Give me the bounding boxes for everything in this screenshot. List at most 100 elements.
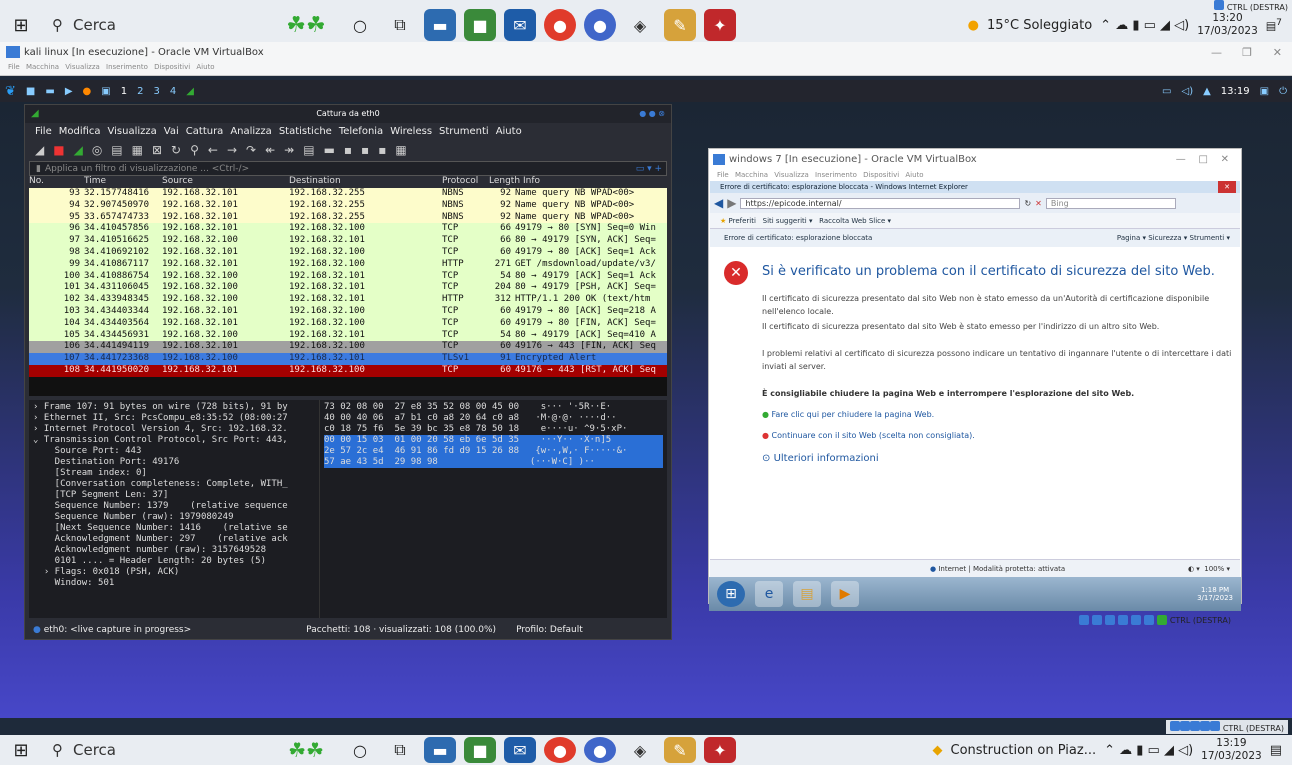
detail-line[interactable]: › Flags: 0x018 (PSH, ACK) <box>33 567 315 578</box>
maximize-button[interactable]: ❐ <box>1242 46 1252 59</box>
detail-line[interactable]: › Internet Protocol Version 4, Src: 192.… <box>33 424 315 435</box>
find-packet-icon[interactable]: ⚲ <box>190 143 199 157</box>
filter-apply-icon[interactable]: ▭ ▾ + <box>636 164 662 174</box>
col-source[interactable]: Source <box>162 176 289 188</box>
vm-optical-icon[interactable] <box>1091 615 1102 625</box>
save-file-icon[interactable]: ▦ <box>132 143 143 157</box>
window-controls[interactable]: — □ ✕ <box>1176 149 1229 171</box>
hex-line[interactable]: c0 18 75 f6 5e 39 bc 35 e8 78 50 18 e···… <box>324 424 663 435</box>
detail-line[interactable]: Source Port: 443 <box>33 446 315 457</box>
go-to-packet-icon[interactable]: ↷ <box>246 143 256 157</box>
detail-line[interactable]: Acknowledgment Number: 297 (relative ack <box>33 534 315 545</box>
favorites-button[interactable]: Preferiti <box>729 217 756 225</box>
task-view-icon[interactable]: ⧉ <box>384 9 416 41</box>
start-capture-icon[interactable]: ◢ <box>35 143 44 157</box>
paint-icon[interactable]: ✎ <box>664 737 696 763</box>
hex-line[interactable]: 73 02 08 00 27 e8 35 52 08 00 45 00 s···… <box>324 402 663 413</box>
menu-file[interactable]: File <box>35 126 52 137</box>
vm-display-icon[interactable] <box>1143 615 1154 625</box>
restart-capture-icon[interactable]: ◢ <box>74 143 83 157</box>
hex-line[interactable]: 40 00 40 06 a7 b1 c0 a8 20 64 c0 a8 ·M·@… <box>324 413 663 424</box>
open-file-icon[interactable]: ▤ <box>111 143 122 157</box>
zoom-out-icon[interactable]: ▪ <box>361 143 369 157</box>
menu-statistiche[interactable]: Statistiche <box>279 126 332 137</box>
taskbar-search[interactable]: ⚲ Cerca <box>42 735 272 765</box>
display-filter-bar[interactable]: ▮ Applica un filtro di visualizzazione .… <box>29 161 667 176</box>
forward-button-icon[interactable]: ▶ <box>727 196 736 210</box>
ie-url-field[interactable]: https://epicode.internal/ <box>740 197 1021 209</box>
chrome-profile-icon[interactable]: ● <box>584 737 616 763</box>
virtualbox-extension-icon[interactable]: ◈ <box>624 737 656 763</box>
menu-vai[interactable]: Vai <box>164 126 179 137</box>
panel-browser-icon[interactable]: ● <box>83 86 92 97</box>
detail-line[interactable]: [Stream index: 0] <box>33 468 315 479</box>
close-button[interactable]: ✕ <box>1273 46 1282 59</box>
detail-line[interactable]: Sequence Number (raw): 1979080249 <box>33 512 315 523</box>
ie-close-button[interactable]: ✕ <box>1218 181 1236 193</box>
packet-bytes-pane[interactable]: 73 02 08 00 27 e8 35 52 08 00 45 00 s···… <box>319 400 667 618</box>
menu-cattura[interactable]: Cattura <box>186 126 224 137</box>
more-info-link[interactable]: Ulteriori informazioni <box>774 453 879 464</box>
detail-line[interactable]: Acknowledgment number (raw): 3157649528 <box>33 545 315 556</box>
panel-folder-icon[interactable]: ▬ <box>45 86 54 97</box>
col-length[interactable]: Length <box>489 176 523 188</box>
packet-row[interactable]: 98 34.410692102 192.168.32.101 192.168.32.1… <box>29 246 667 259</box>
suggested-sites-link[interactable]: Siti suggeriti ▾ <box>763 217 813 225</box>
bookmark-icon[interactable]: ▮ <box>36 164 41 174</box>
continue-link[interactable]: Continuare con il sito Web (scelta non c… <box>772 431 975 440</box>
kali-app-icon[interactable]: ✦ <box>704 9 736 41</box>
detail-line[interactable]: › Frame 107: 91 bytes on wire (728 bits)… <box>33 402 315 413</box>
store-icon[interactable]: ■ <box>464 737 496 763</box>
resize-columns-icon[interactable]: ▦ <box>395 143 406 157</box>
minimize-button[interactable]: — <box>1211 46 1222 59</box>
bing-search-field[interactable]: Bing <box>1045 197 1176 209</box>
panel-window-icon[interactable]: ▣ <box>101 86 110 97</box>
expand-icon[interactable]: ⊙ <box>762 453 770 464</box>
workspace-1[interactable]: 1 <box>121 86 127 97</box>
mail-icon[interactable]: ✉ <box>504 9 536 41</box>
autoscroll-icon[interactable]: ▤ <box>303 143 314 157</box>
col-destination[interactable]: Destination <box>289 176 442 188</box>
notification-center-icon[interactable]: ▤ <box>1270 743 1282 758</box>
task-view-icon[interactable]: ⧉ <box>384 737 416 763</box>
kali-app-icon[interactable]: ✦ <box>704 737 736 763</box>
vm-network-icon[interactable] <box>1117 615 1128 625</box>
cortana-icon[interactable]: ○ <box>344 9 376 41</box>
packet-row[interactable]: 107 34.441723368 192.168.32.100 192.168.32.… <box>29 353 667 365</box>
start-windows-icon[interactable]: ⊞ <box>0 735 42 765</box>
menu-wireless[interactable]: Wireless <box>390 126 432 137</box>
explorer-taskbar-icon[interactable]: ▤ <box>793 581 821 607</box>
menu-aiuto[interactable]: Aiuto <box>496 126 522 137</box>
win7-clock[interactable]: 1:18 PM 3/17/2023 <box>1197 586 1233 602</box>
window-controls[interactable]: ● ● ⊗ <box>639 105 665 123</box>
close-file-icon[interactable]: ⊠ <box>152 143 162 157</box>
go-forward-icon[interactable]: → <box>227 143 237 157</box>
paint-icon[interactable]: ✎ <box>664 9 696 41</box>
cortana-icon[interactable]: ○ <box>344 737 376 763</box>
detail-line[interactable]: Destination Port: 49176 <box>33 457 315 468</box>
workspace-4[interactable]: 4 <box>170 86 176 97</box>
panel-wireshark-icon[interactable]: ◢ <box>186 86 194 97</box>
media-player-icon[interactable]: ▶ <box>831 581 859 607</box>
menu-modifica[interactable]: Modifica <box>59 126 101 137</box>
packet-row[interactable]: 99 34.410867117 192.168.32.101 192.168.32.1… <box>29 258 667 271</box>
detail-line[interactable]: [TCP Segment Len: 37] <box>33 490 315 501</box>
refresh-icon[interactable]: ↻ <box>1024 199 1031 208</box>
packet-row[interactable]: 101 34.431106045 192.168.32.100 192.168.32.… <box>29 282 667 295</box>
win7-vbox-menu[interactable]: File Macchina Visualizza Inserimento Dis… <box>709 171 1241 181</box>
ie-command-bar[interactable]: Pagina ▾ Sicurezza ▾ Strumenti ▾ <box>1117 229 1230 247</box>
packet-row[interactable]: 104 34.434403564 192.168.32.101 192.168.32.… <box>29 317 667 330</box>
col-no[interactable]: No. <box>29 176 84 188</box>
vm-disk-icon[interactable] <box>1078 615 1089 625</box>
detail-line[interactable]: [Conversation completeness: Complete, WI… <box>33 479 315 490</box>
vm-usb-icon[interactable] <box>1104 615 1115 625</box>
panel-bell-icon[interactable]: ▲ <box>1203 86 1211 97</box>
packet-row[interactable]: 97 34.410516625 192.168.32.100 192.168.32.1… <box>29 235 667 247</box>
zoom-control[interactable]: ◐ ▾ 100% ▾ <box>1188 565 1230 573</box>
detail-line[interactable]: › Ethernet II, Src: PcsCompu_e8:35:52 (0… <box>33 413 315 424</box>
capture-options-icon[interactable]: ◎ <box>92 143 102 157</box>
chrome-icon[interactable]: ● <box>544 9 576 41</box>
packet-row[interactable]: 103 34.434403344 192.168.32.101 192.168.32.… <box>29 305 667 318</box>
taskbar-clock[interactable]: 13:20 17/03/2023 <box>1197 12 1258 38</box>
clover-widget-icon[interactable]: ☘☘ <box>276 737 336 763</box>
